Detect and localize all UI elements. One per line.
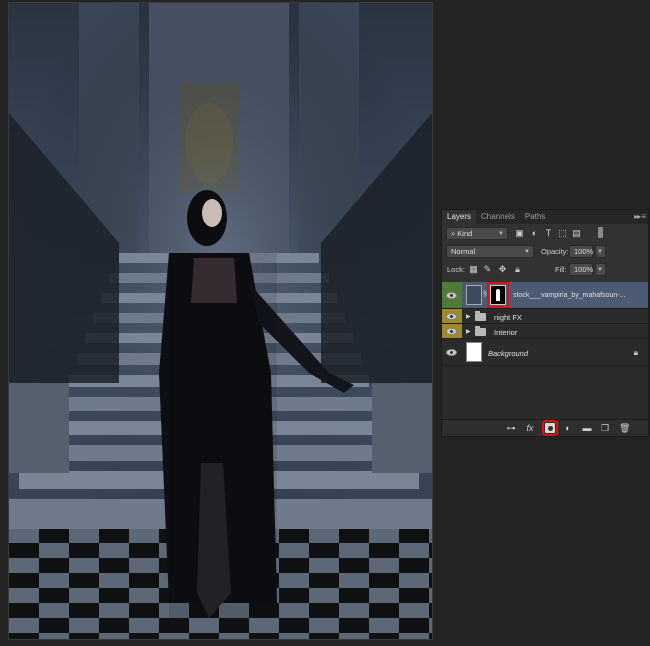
eye-icon[interactable] bbox=[446, 292, 457, 299]
tab-channels[interactable]: Channels bbox=[476, 210, 520, 224]
opacity-dropdown[interactable]: ▼ bbox=[595, 245, 606, 258]
chevron-down-icon: ▼ bbox=[597, 267, 603, 273]
folder-icon bbox=[475, 311, 486, 321]
layer-thumbnail[interactable] bbox=[466, 342, 482, 362]
mask-shape bbox=[496, 289, 500, 301]
layer-row-interior[interactable]: ▶ Interior bbox=[442, 324, 648, 339]
mask-circle bbox=[547, 425, 553, 431]
filter-kind-label: Kind bbox=[457, 229, 473, 238]
fill-input[interactable]: 100% bbox=[569, 263, 593, 276]
double-chevron-menu-icon[interactable]: ▸▸ ≡ bbox=[634, 212, 646, 221]
layer-name[interactable]: stock___vampiria_by_mahafsoun-... bbox=[513, 292, 625, 299]
lock-icon: 🔒︎ bbox=[633, 348, 638, 357]
pixel-filter-icon[interactable]: ▣ bbox=[515, 229, 524, 238]
chevron-down-icon: ▼ bbox=[597, 249, 603, 255]
eye-icon[interactable] bbox=[446, 313, 457, 320]
filter-toggle-switch[interactable] bbox=[598, 227, 603, 238]
layer-name[interactable]: Interior bbox=[494, 328, 517, 337]
visibility-cell[interactable] bbox=[442, 339, 462, 365]
new-group-icon[interactable]: ▬ bbox=[582, 423, 592, 433]
layer-row-stock[interactable]: § stock___vampiria_by_mahafsoun-... bbox=[442, 282, 648, 309]
visibility-cell[interactable] bbox=[442, 309, 462, 323]
fill-label: Fill: bbox=[555, 265, 567, 274]
type-filter-icon[interactable]: T bbox=[544, 229, 553, 238]
new-layer-icon[interactable]: ❐ bbox=[600, 423, 610, 433]
tab-paths[interactable]: Paths bbox=[520, 210, 550, 224]
fill-dropdown[interactable]: ▼ bbox=[595, 263, 606, 276]
layers-list: § stock___vampiria_by_mahafsoun-... ▶ ni… bbox=[442, 282, 648, 420]
visibility-cell[interactable] bbox=[442, 282, 462, 308]
fx-icon[interactable]: fx bbox=[525, 423, 535, 433]
chevron-down-icon: ▼ bbox=[524, 249, 530, 255]
shape-filter-icon[interactable]: ⬚ bbox=[558, 229, 567, 238]
smart-object-filter-icon[interactable]: ▤ bbox=[572, 229, 581, 238]
gothic-staircase-photo bbox=[9, 3, 432, 639]
disclosure-triangle-icon[interactable]: ▶ bbox=[466, 313, 471, 320]
layer-row-night-fx[interactable]: ▶ night FX bbox=[442, 309, 648, 324]
layer-name[interactable]: night FX bbox=[494, 313, 522, 322]
layer-thumbnail[interactable] bbox=[466, 285, 482, 305]
add-mask-icon[interactable] bbox=[542, 420, 558, 436]
eye-icon[interactable] bbox=[446, 349, 457, 356]
lock-label: Lock: bbox=[447, 265, 465, 274]
layer-mask-thumbnail[interactable] bbox=[487, 282, 509, 308]
layers-panel: Layers Channels Paths ▸▸ ≡ ⌕ Kind ▼ ▣ ◐ … bbox=[441, 209, 649, 437]
document-canvas[interactable] bbox=[8, 2, 433, 640]
visibility-cell[interactable] bbox=[442, 324, 462, 338]
folder-icon bbox=[475, 326, 486, 336]
filter-row: ⌕ Kind ▼ ▣ ◐ T ⬚ ▤ bbox=[442, 226, 648, 240]
layers-bottom-bar: ⊶ fx ◐ ▬ ❐ 🗑︎ bbox=[442, 419, 648, 436]
eye-icon[interactable] bbox=[446, 328, 457, 335]
disclosure-triangle-icon[interactable]: ▶ bbox=[466, 328, 471, 335]
opacity-label: Opacity: bbox=[541, 247, 569, 256]
opacity-input[interactable]: 100% bbox=[569, 245, 593, 258]
lock-image-pixels-icon[interactable]: ✎ bbox=[483, 265, 492, 274]
lock-row: Lock: ▦ ✎ ✥ 🔒︎ Fill: 100% ▼ bbox=[442, 262, 648, 276]
lock-transparent-pixels-icon[interactable]: ▦ bbox=[469, 265, 478, 274]
chevron-down-icon: ▼ bbox=[498, 231, 504, 237]
blend-row: Normal ▼ Opacity: 100% ▼ bbox=[442, 244, 648, 258]
trash-icon[interactable]: 🗑︎ bbox=[619, 423, 630, 433]
panel-tabs: Layers Channels Paths ▸▸ ≡ bbox=[442, 210, 648, 224]
lock-position-icon[interactable]: ✥ bbox=[498, 265, 507, 274]
blend-mode-label: Normal bbox=[451, 247, 476, 256]
adjustment-icon[interactable]: ◐ bbox=[563, 423, 573, 433]
blend-mode-select[interactable]: Normal ▼ bbox=[446, 245, 534, 258]
layer-row-background[interactable]: Background 🔒︎ bbox=[442, 339, 648, 366]
link-icon[interactable]: ⊶ bbox=[506, 423, 516, 433]
adjustment-filter-icon[interactable]: ◐ bbox=[530, 229, 539, 238]
lock-all-icon[interactable]: 🔒︎ bbox=[513, 265, 522, 274]
chain-link-icon[interactable]: § bbox=[483, 291, 487, 298]
layer-name[interactable]: Background bbox=[488, 349, 528, 358]
filter-kind-select[interactable]: ⌕ Kind ▼ bbox=[446, 227, 508, 240]
tab-layers[interactable]: Layers bbox=[442, 210, 477, 224]
